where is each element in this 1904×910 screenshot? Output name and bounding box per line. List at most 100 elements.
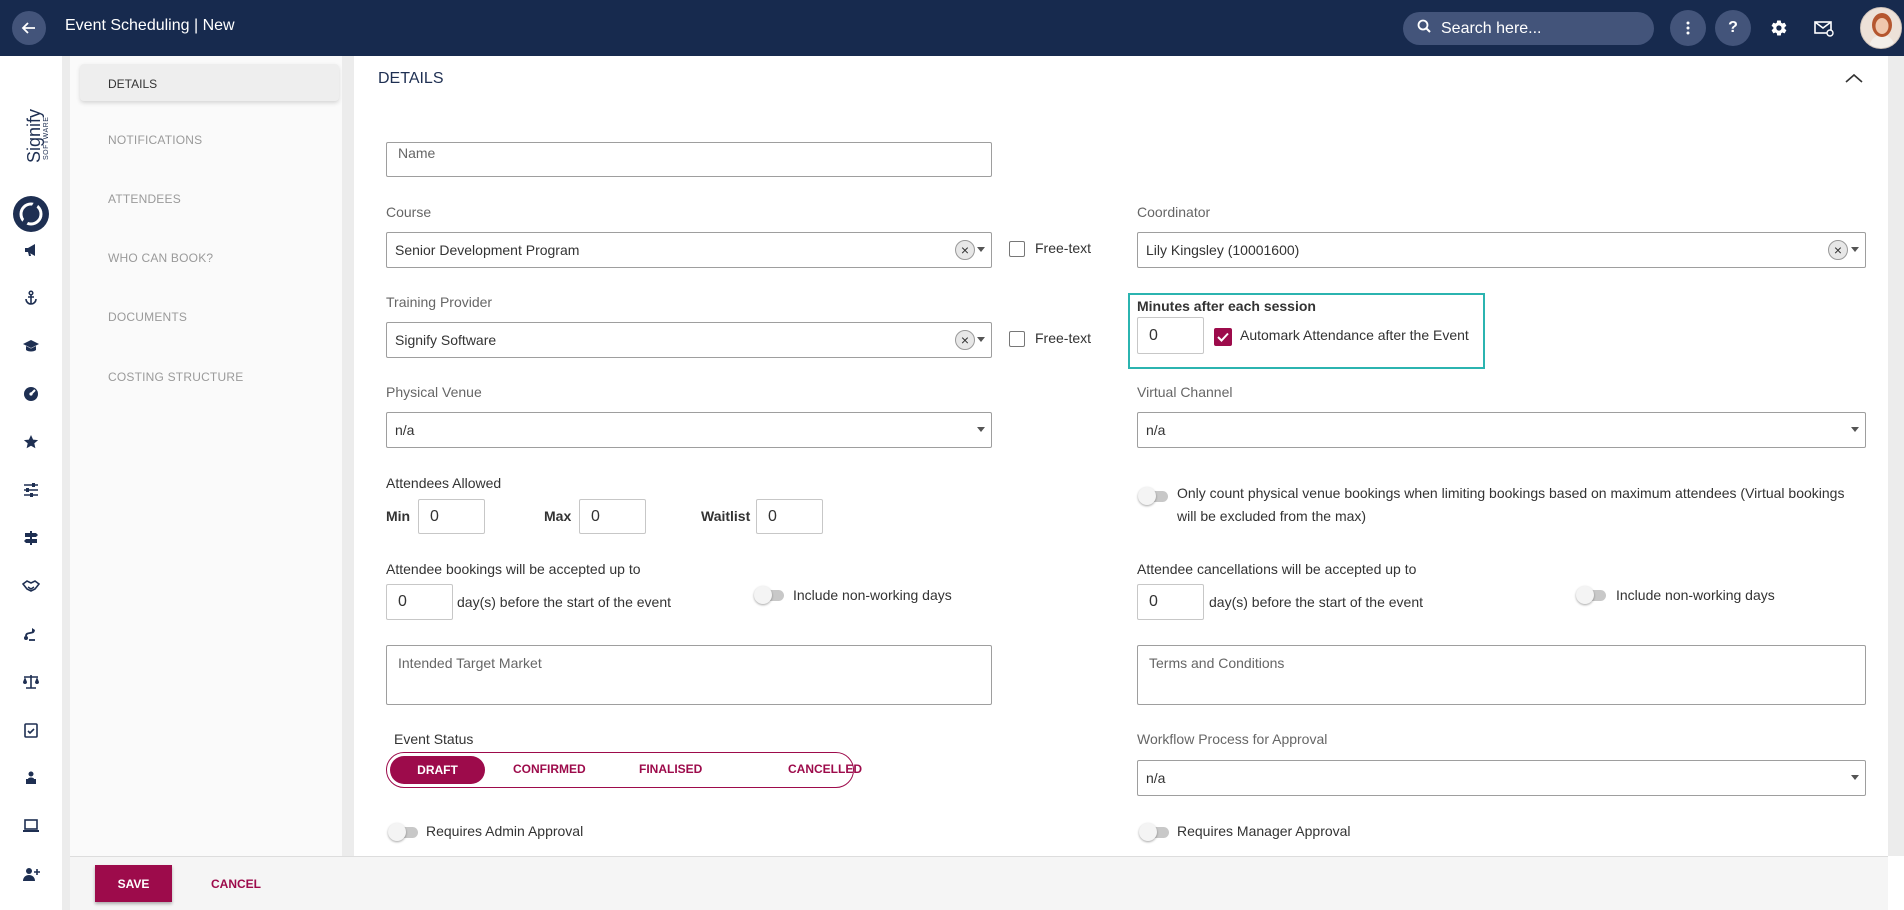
subnav-item-costing-structure[interactable]: COSTING STRUCTURE [108, 370, 243, 384]
laptop-icon[interactable] [18, 813, 44, 839]
status-finalised[interactable]: FINALISED [639, 762, 702, 776]
coordinator-select[interactable]: Lily Kingsley (10001600) × [1137, 232, 1866, 268]
subnav-item-documents[interactable]: DOCUMENTS [108, 310, 187, 324]
signpost-icon[interactable] [18, 525, 44, 551]
training-provider-label: Training Provider [386, 294, 493, 310]
course-value: Senior Development Program [395, 242, 580, 258]
chevron-down-icon[interactable] [977, 337, 985, 342]
clipboard-check-icon[interactable] [18, 717, 44, 743]
terms-textarea[interactable]: Terms and Conditions [1137, 645, 1866, 705]
bookings-suffix: day(s) before the start of the event [457, 594, 672, 610]
virtual-channel-value: n/a [1146, 422, 1166, 438]
page-title: Event Scheduling | New [65, 17, 235, 34]
scrollbar-track[interactable] [1888, 56, 1904, 856]
help-button[interactable]: ? [1715, 10, 1751, 46]
person-desk-icon[interactable] [18, 765, 44, 791]
chevron-down-icon[interactable] [1851, 247, 1859, 252]
gear-icon[interactable] [1765, 14, 1793, 42]
automark-checkbox[interactable] [1214, 328, 1232, 346]
name-placeholder: Name [398, 145, 436, 161]
name-field[interactable]: Name [386, 142, 992, 177]
event-status-toggle-group: DRAFT CONFIRMED FINALISED CANCELLED [386, 752, 862, 788]
handshake-icon[interactable] [18, 573, 44, 599]
requires-manager-toggle[interactable] [1139, 823, 1171, 841]
scales-icon[interactable] [18, 669, 44, 695]
cancellations-days-input[interactable]: 0 [1137, 584, 1204, 620]
minutes-label: Minutes after each session [1137, 298, 1316, 314]
max-input[interactable]: 0 [579, 499, 646, 534]
graduation-cap-icon[interactable] [18, 333, 44, 359]
status-cancelled[interactable]: CANCELLED [788, 762, 862, 776]
workflow-select[interactable]: n/a [1137, 760, 1866, 796]
target-market-placeholder: Intended Target Market [398, 655, 542, 671]
mail-settings-icon[interactable] [1810, 14, 1838, 42]
dashboard-icon[interactable] [18, 381, 44, 407]
section-title: DETAILS [378, 70, 444, 87]
requires-admin-label: Requires Admin Approval [426, 823, 584, 839]
bookings-nonworking-label: Include non-working days [793, 587, 952, 603]
chevron-down-icon[interactable] [1851, 775, 1859, 780]
chevron-down-icon[interactable] [977, 427, 985, 432]
physical-venue-select[interactable]: n/a [386, 412, 992, 448]
chevron-down-icon[interactable] [977, 247, 985, 252]
clear-icon[interactable]: × [1828, 240, 1848, 260]
attendees-allowed-label: Attendees Allowed [386, 475, 502, 491]
course-label: Course [386, 204, 432, 220]
chevron-up-icon[interactable] [1845, 70, 1863, 88]
event-status-label: Event Status [394, 731, 474, 747]
course-freetext-checkbox[interactable] [1009, 241, 1025, 257]
workflow-label: Workflow Process for Approval [1137, 731, 1328, 747]
cancel-button[interactable]: CANCEL [211, 877, 261, 891]
minutes-input[interactable]: 0 [1137, 317, 1204, 354]
star-icon[interactable] [18, 429, 44, 455]
subnav-item-who-can-book[interactable]: WHO CAN BOOK? [108, 251, 213, 265]
sliders-icon[interactable] [18, 477, 44, 503]
only-count-toggle[interactable] [1138, 487, 1170, 505]
clear-icon[interactable]: × [955, 240, 975, 260]
course-select[interactable]: Senior Development Program × [386, 232, 992, 268]
clear-icon[interactable]: × [955, 330, 975, 350]
virtual-channel-select[interactable]: n/a [1137, 412, 1866, 448]
course-freetext-label: Free-text [1035, 240, 1092, 256]
search-icon [1417, 19, 1431, 38]
workflow-value: n/a [1146, 770, 1166, 786]
section-nav: DETAILS NOTIFICATIONS ATTENDEES WHO CAN … [70, 56, 342, 856]
provider-freetext-label: Free-text [1035, 330, 1092, 346]
brand-logo: Signify SOFTWARE [10, 88, 52, 258]
subnav-item-label: DETAILS [108, 77, 158, 91]
user-plus-icon[interactable] [18, 861, 44, 887]
bookings-nonworking-toggle[interactable] [754, 586, 786, 604]
status-draft[interactable]: DRAFT [390, 756, 485, 784]
chevron-down-icon[interactable] [1851, 427, 1859, 432]
min-value: 0 [430, 507, 439, 525]
waitlist-label: Waitlist [701, 508, 751, 524]
subnav-item-notifications[interactable]: NOTIFICATIONS [108, 133, 202, 147]
top-bar: Event Scheduling | New Search here... ? [0, 0, 1904, 56]
requires-admin-toggle[interactable] [388, 823, 420, 841]
more-vertical-icon[interactable] [1670, 10, 1706, 46]
back-arrow-icon[interactable] [12, 11, 46, 45]
automark-label: Automark Attendance after the Event [1240, 327, 1469, 343]
route-icon[interactable] [18, 621, 44, 647]
subnav-item-details[interactable]: DETAILS [80, 64, 339, 101]
cancellations-label: Attendee cancellations will be accepted … [1137, 561, 1417, 577]
cancellations-suffix: day(s) before the start of the event [1209, 594, 1424, 610]
training-provider-select[interactable]: Signify Software × [386, 322, 992, 358]
max-label: Max [544, 508, 572, 524]
min-input[interactable]: 0 [418, 499, 485, 534]
waitlist-input[interactable]: 0 [756, 499, 823, 534]
rail-divider [62, 56, 70, 910]
avatar[interactable] [1860, 7, 1902, 49]
save-button[interactable]: SAVE [95, 865, 172, 902]
status-confirmed[interactable]: CONFIRMED [513, 762, 586, 776]
provider-freetext-checkbox[interactable] [1009, 331, 1025, 347]
anchor-icon[interactable] [18, 285, 44, 311]
virtual-channel-label: Virtual Channel [1137, 384, 1233, 400]
target-market-textarea[interactable]: Intended Target Market [386, 645, 992, 705]
cancellations-nonworking-toggle[interactable] [1576, 586, 1608, 604]
minutes-value: 0 [1149, 326, 1158, 344]
subnav-item-attendees[interactable]: ATTENDEES [108, 192, 181, 206]
megaphone-icon[interactable] [18, 237, 44, 263]
bookings-days-input[interactable]: 0 [386, 584, 453, 620]
search-input[interactable]: Search here... [1403, 12, 1654, 45]
